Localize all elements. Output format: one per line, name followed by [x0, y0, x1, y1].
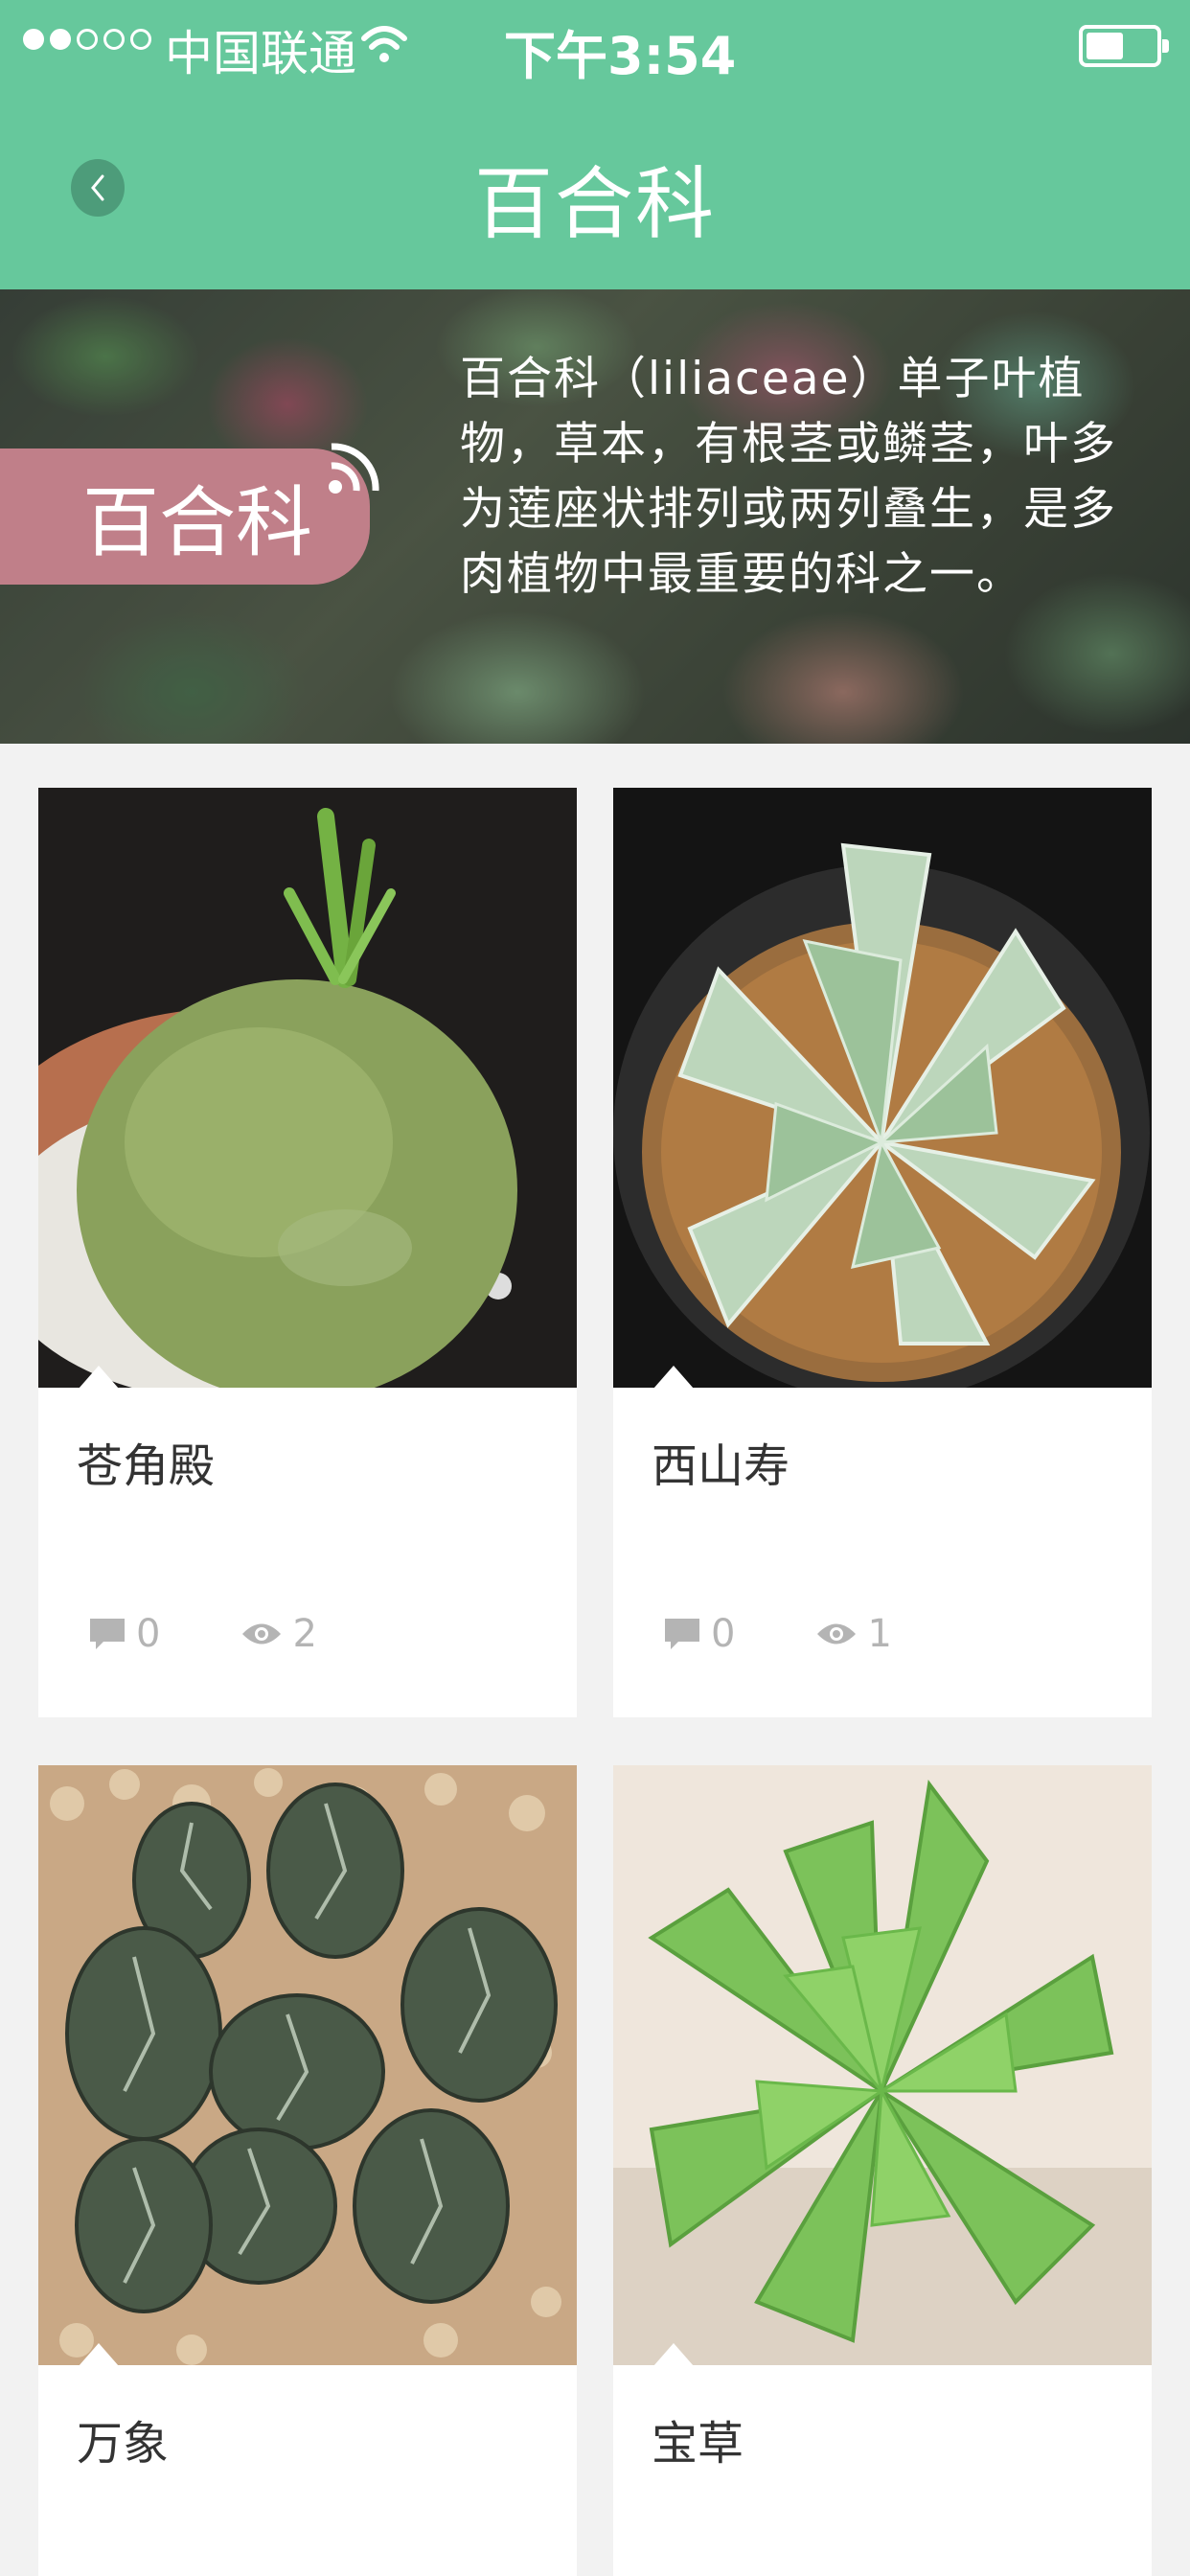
signal-strength-icon — [23, 29, 151, 50]
plant-photo — [38, 1765, 577, 2365]
status-bar: 中国联通 下午3:54 — [0, 0, 1190, 92]
nav-bar: 百合科 — [0, 92, 1190, 289]
banner-description: 百合科（liliaceae）单子叶植物，草本，有根茎或鳞茎，叶多为莲座状排列或两… — [460, 353, 1117, 601]
plant-card-xishanshou[interactable]: 西山寿 0 1 — [613, 788, 1152, 1717]
comment-icon — [90, 1619, 125, 1649]
view-count: 1 — [867, 1612, 892, 1656]
comment-icon — [665, 1619, 699, 1649]
plant-name: 宝草 — [652, 2417, 744, 2471]
plant-photo — [613, 788, 1152, 1388]
comment-count: 0 — [136, 1612, 161, 1656]
plant-name: 苍角殿 — [77, 1439, 216, 1493]
plant-name: 西山寿 — [652, 1439, 790, 1493]
plant-name: 万象 — [77, 2417, 170, 2471]
view-count: 2 — [292, 1612, 317, 1656]
plant-stats: 0 1 — [663, 1612, 973, 1656]
eye-icon — [242, 1623, 282, 1644]
plant-photo — [38, 788, 577, 1388]
category-banner: 百合科 百合科（liliaceae）单子叶植物，草本，有根茎或鳞茎，叶多为莲座状… — [0, 289, 1190, 744]
plant-card-wanxiang[interactable]: 万象 — [38, 1765, 577, 2576]
eye-icon — [817, 1623, 857, 1644]
plant-card-cangjiaodian[interactable]: 苍角殿 0 2 — [38, 788, 577, 1717]
comment-count: 0 — [711, 1612, 736, 1656]
carrier-name: 中国联通 — [165, 26, 356, 81]
battery-icon — [1079, 25, 1169, 67]
plant-card-baocao[interactable]: 宝草 — [613, 1765, 1152, 2576]
banner-category-label: 百合科 — [0, 448, 370, 585]
wifi-icon — [360, 21, 408, 77]
signal-waves-icon — [329, 443, 379, 494]
status-time: 下午3:54 — [504, 26, 737, 86]
plant-photo — [613, 1765, 1152, 2365]
plant-stats: 0 2 — [88, 1612, 398, 1656]
page-title: 百合科 — [473, 159, 716, 250]
